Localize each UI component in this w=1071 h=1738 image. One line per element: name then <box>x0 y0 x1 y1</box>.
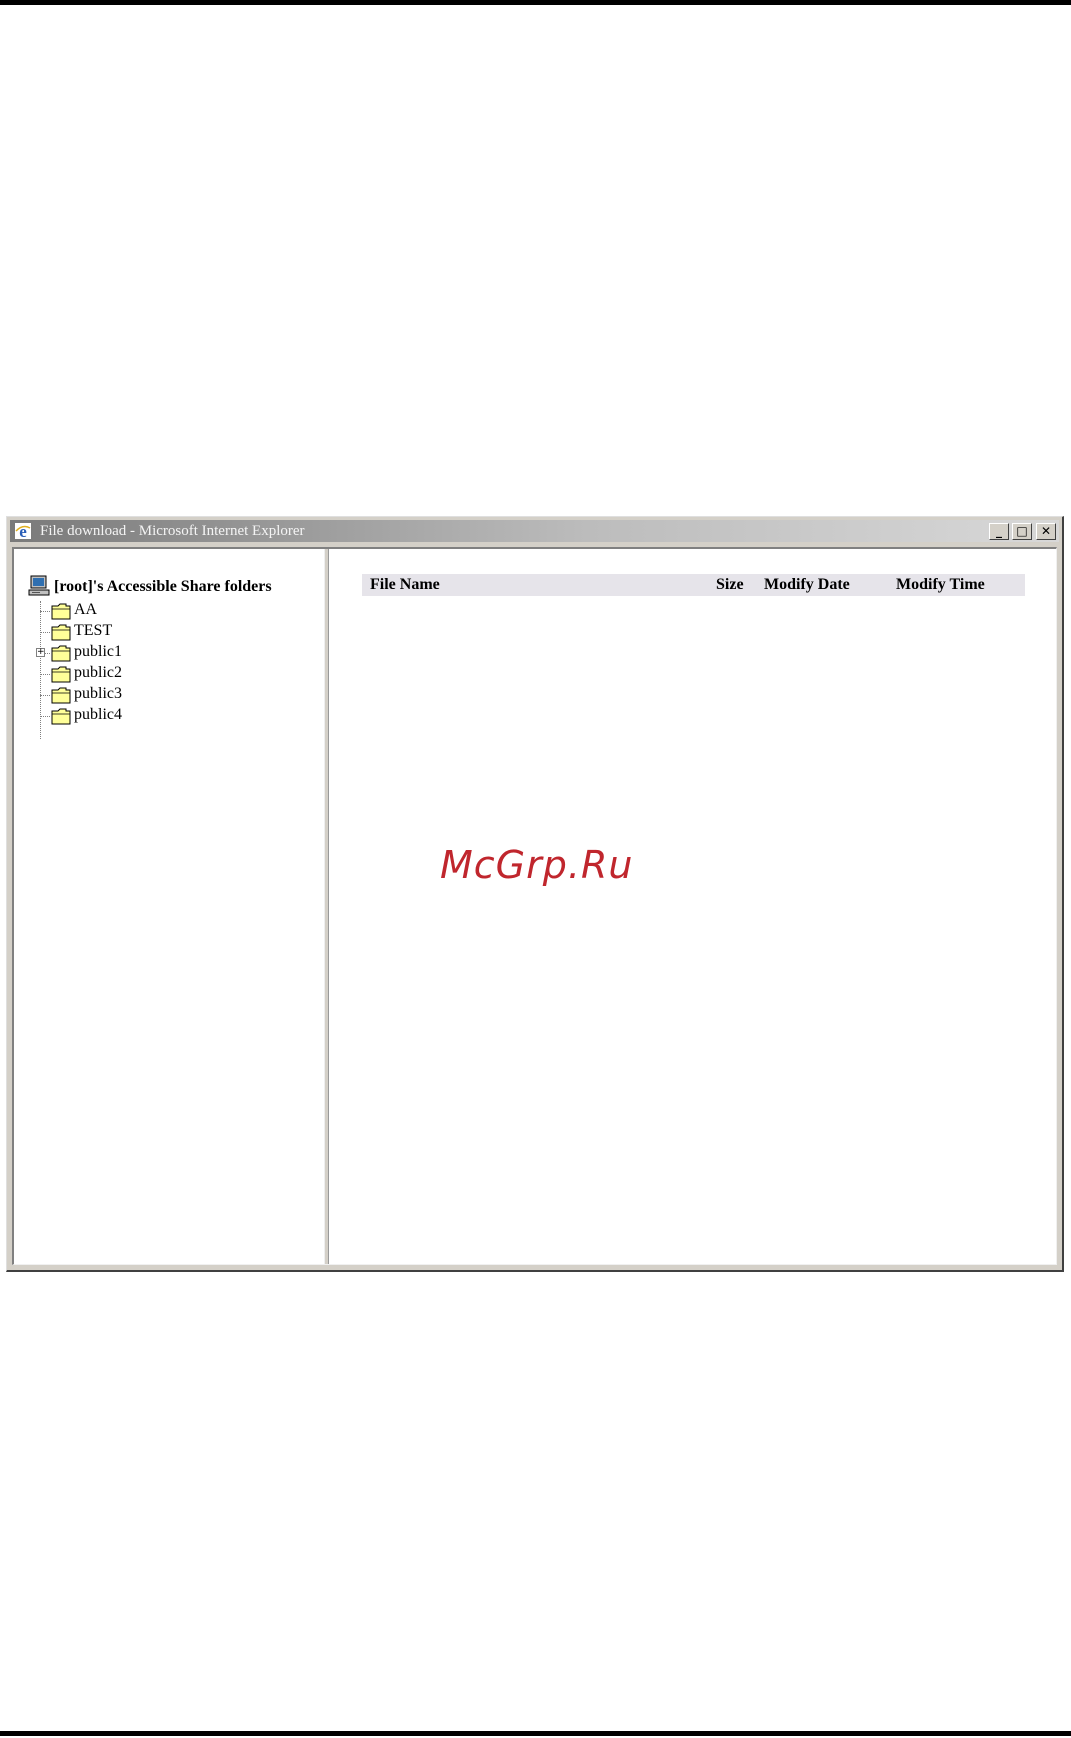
window-title: File download - Microsoft Internet Explo… <box>40 523 305 539</box>
column-header-modify-time[interactable]: Modify Time <box>896 576 985 594</box>
page-top-rule <box>0 0 1071 5</box>
tree-item-public4[interactable]: public4 <box>40 706 240 726</box>
browser-window: e File download - Microsoft Internet Exp… <box>6 516 1064 1272</box>
column-header-modify-date[interactable]: Modify Date <box>764 576 850 594</box>
browser-content: [root]'s Accessible Share folders AA TES… <box>12 547 1057 1265</box>
tree-item-public1[interactable]: + public1 <box>36 643 240 663</box>
maximize-button[interactable]: □ <box>1012 523 1032 540</box>
column-header-file-name[interactable]: File Name <box>370 576 440 594</box>
svg-text:e: e <box>19 522 27 540</box>
tree-item-label: AA <box>74 601 98 618</box>
title-bar[interactable]: e File download - Microsoft Internet Exp… <box>10 520 1059 542</box>
file-list-header: File Name Size Modify Date Modify Time <box>362 574 1025 596</box>
tree-item-aa[interactable]: AA <box>40 601 240 621</box>
page-bottom-rule <box>0 1731 1071 1736</box>
folder-icon <box>51 666 71 683</box>
close-icon: ✕ <box>1040 524 1052 538</box>
close-button[interactable]: ✕ <box>1036 523 1056 540</box>
ie-icon: e <box>15 522 31 540</box>
expand-icon[interactable]: + <box>36 648 45 657</box>
tree-item-test[interactable]: TEST <box>40 622 240 642</box>
tree-root-label: [root]'s Accessible Share folders <box>54 578 272 595</box>
tree-item-label: public1 <box>74 643 122 660</box>
minimize-button[interactable]: _ <box>989 523 1009 540</box>
folder-icon <box>51 624 71 641</box>
folder-tree-pane: [root]'s Accessible Share folders AA TES… <box>14 549 324 1264</box>
folder-icon <box>51 687 71 704</box>
tree-item-label: public2 <box>74 664 122 681</box>
folder-icon <box>51 603 71 620</box>
folder-icon <box>51 645 71 662</box>
maximize-icon: □ <box>1016 524 1028 538</box>
minimize-icon: _ <box>996 524 1002 538</box>
tree-item-label: public3 <box>74 685 122 702</box>
computer-icon <box>28 575 50 596</box>
tree-item-label: TEST <box>74 622 113 639</box>
column-header-size[interactable]: Size <box>716 576 744 594</box>
tree-item-label: public4 <box>74 706 122 723</box>
folder-icon <box>51 708 71 725</box>
watermark-text: McGrp.Ru <box>440 843 634 887</box>
file-list-pane: File Name Size Modify Date Modify Time <box>329 549 1056 1264</box>
tree-item-public2[interactable]: public2 <box>40 664 240 684</box>
tree-item-public3[interactable]: public3 <box>40 685 240 705</box>
